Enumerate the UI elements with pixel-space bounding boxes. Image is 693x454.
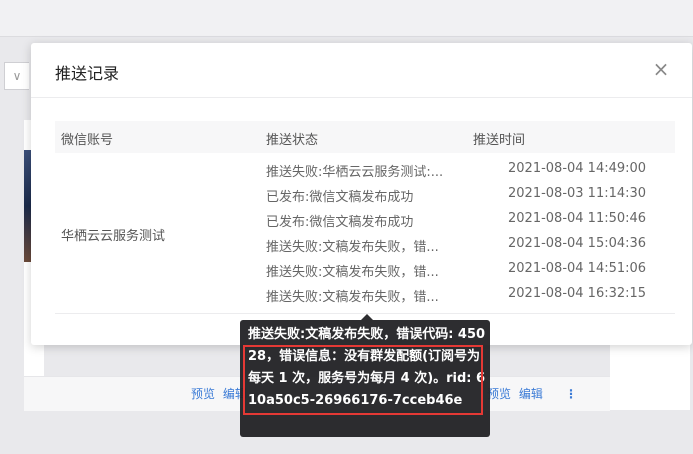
table-row: 推送失败:文稿发布失败，错... 2021-08-04 16:32:15 [55,286,675,311]
more-options-icon[interactable]: ⋮ [565,377,577,411]
edit-link[interactable]: 编辑 [519,387,543,401]
table-row: 推送失败:文稿发布失败，错... 2021-08-04 14:51:06 [55,261,675,286]
table-header: 微信账号 推送状态 推送时间 [55,121,675,153]
push-status[interactable]: 已发布:微信文稿发布成功 [266,211,458,230]
top-bar [0,0,693,37]
dialog-title: 推送记录 [55,64,120,83]
push-status[interactable]: 已发布:微信文稿发布成功 [266,186,458,205]
preview-link[interactable]: 预览 [487,387,511,401]
table-row: 推送失败:华栖云云服务测试:... 2021-08-04 14:49:00 [55,161,675,186]
push-status[interactable]: 推送失败:文稿发布失败，错... [266,261,458,280]
push-status[interactable]: 推送失败:华栖云云服务测试:... [266,161,458,180]
push-time: 2021-08-04 14:49:00 [508,161,647,176]
table-row: 已发布:微信文稿发布成功 2021-08-03 11:14:30 [55,186,675,211]
push-status[interactable]: 推送失败:文稿发布失败，错... [266,286,458,305]
push-status[interactable]: 推送失败:文稿发布失败，错... [266,236,458,255]
column-header-account: 微信账号 [61,133,114,148]
tooltip-text: 推送失败:文稿发布失败，错误代码: 45028，错误信息：没有群发配额(订阅号为… [248,327,486,408]
tooltip-arrow [361,314,373,320]
table-body: 华栖云云服务测试 推送失败:华栖云云服务测试:... 2021-08-04 14… [55,153,675,314]
select-chevron-icon[interactable]: ∨ [4,62,29,90]
push-time: 2021-08-04 16:32:15 [508,286,647,301]
push-record-dialog: 推送记录 × 微信账号 推送状态 推送时间 华栖云云服务测试 推送失败:华栖云云… [31,43,692,345]
push-record-table: 微信账号 推送状态 推送时间 华栖云云服务测试 推送失败:华栖云云服务测试:..… [55,121,675,314]
dialog-header: 推送记录 × [31,43,692,98]
preview-link[interactable]: 预览 [191,387,215,401]
close-icon[interactable]: × [650,58,672,80]
push-time: 2021-08-04 14:51:06 [508,261,647,276]
push-time: 2021-08-03 11:14:30 [508,186,647,201]
push-time: 2021-08-04 11:50:46 [508,211,647,226]
push-time: 2021-08-04 15:04:36 [508,236,647,251]
table-row: 推送失败:文稿发布失败，错... 2021-08-04 15:04:36 [55,236,675,261]
column-header-time: 推送时间 [473,133,526,148]
table-row: 已发布:微信文稿发布成功 2021-08-04 11:50:46 [55,211,675,236]
error-tooltip: 推送失败:文稿发布失败，错误代码: 45028，错误信息：没有群发配额(订阅号为… [240,314,490,437]
column-header-status: 推送状态 [266,133,319,148]
